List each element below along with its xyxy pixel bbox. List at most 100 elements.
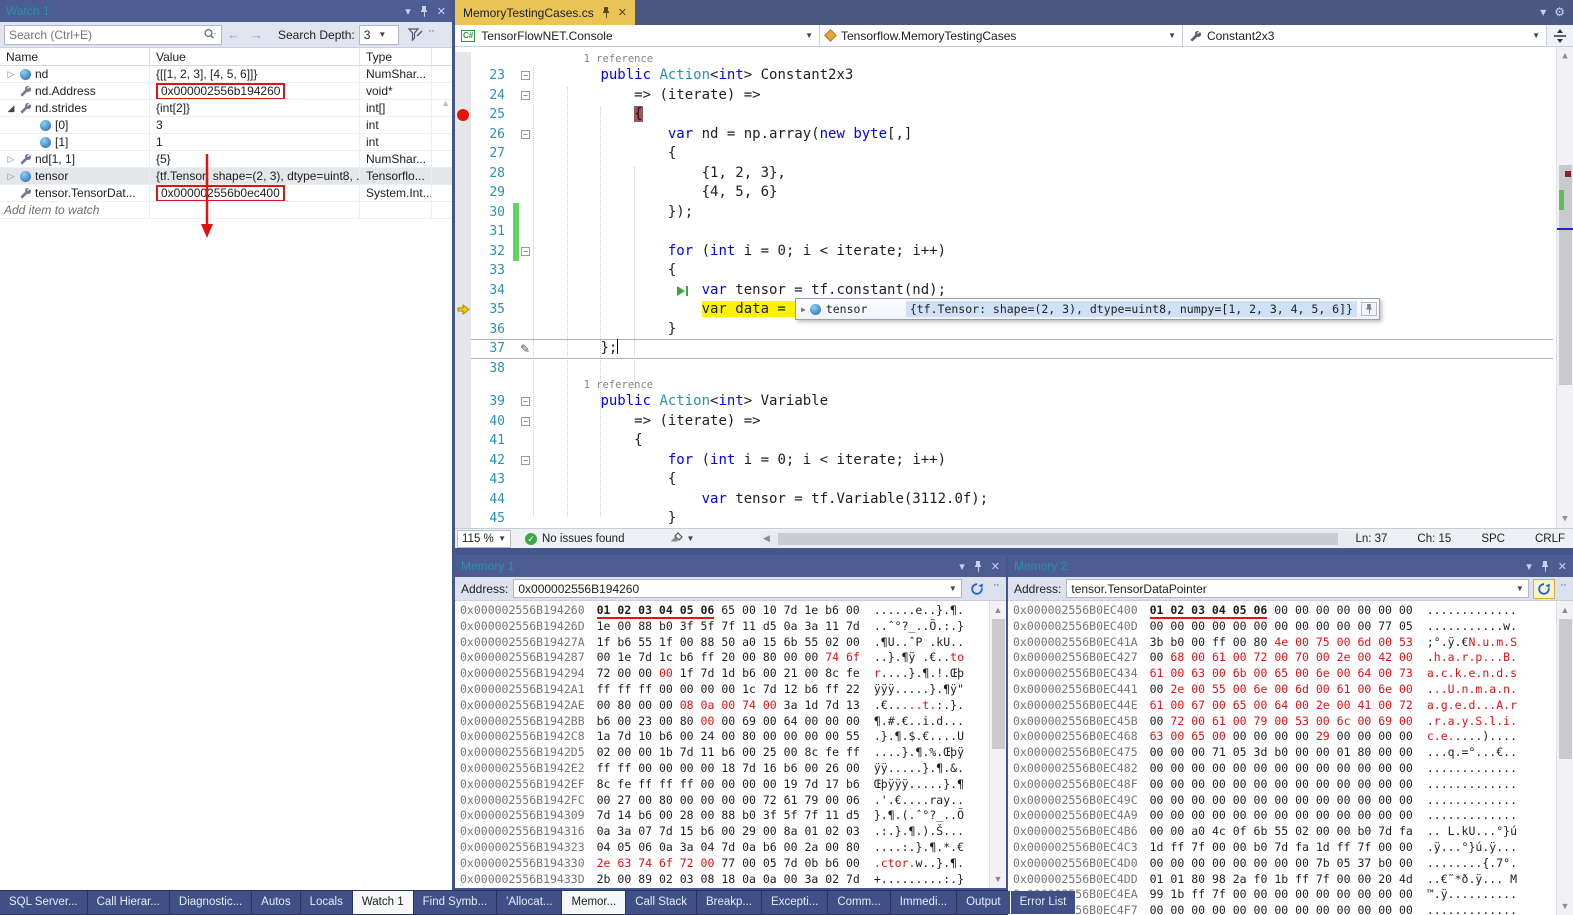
watch-value[interactable]: {5}: [150, 151, 360, 167]
health-indicator-icon[interactable]: ✓: [525, 533, 537, 545]
refresh-button[interactable]: [966, 579, 988, 599]
collapse-icon[interactable]: −: [521, 247, 530, 256]
scroll-down-icon[interactable]: ▼: [1557, 901, 1573, 911]
address-input[interactable]: [518, 582, 948, 596]
watch-titlebar[interactable]: Watch 1 ▾ ✕: [0, 0, 452, 22]
memory-row[interactable]: 0x000002556B0EC40D00 00 00 00 00 00 00 0…: [1013, 619, 1573, 635]
tool-tab-excepti[interactable]: Excepti...: [762, 891, 827, 914]
close-icon[interactable]: ✕: [1558, 560, 1567, 573]
collapse-icon[interactable]: −: [521, 91, 530, 100]
tool-tab-diagnostic[interactable]: Diagnostic...: [170, 891, 251, 914]
editor-vertical-scrollbar[interactable]: ▲ ▼: [1556, 47, 1573, 528]
memory-row[interactable]: 0x000002556B1942C81a 7d 10 b6 00 24 00 8…: [460, 729, 1006, 745]
watch-value[interactable]: 3: [150, 117, 360, 133]
memory-row[interactable]: 0x000002556B0EC43461 00 63 00 6b 00 65 0…: [1013, 666, 1573, 682]
watch-row[interactable]: ◢nd.strides{int[2]}int[]: [0, 100, 452, 117]
memory-row[interactable]: 0x000002556B1942A1ff ff ff 00 00 00 00 1…: [460, 682, 1006, 698]
pin-icon[interactable]: [601, 7, 611, 18]
memory-row[interactable]: 0x000002556B19426D1e 00 88 b0 3f 5f 7f 1…: [460, 619, 1006, 635]
tab-memorytestingcases[interactable]: MemoryTestingCases.cs ✕: [455, 0, 635, 25]
address-combo[interactable]: ▼: [513, 579, 961, 598]
watch-search[interactable]: [4, 25, 222, 45]
memory-row[interactable]: 0x000002556B1942BBb6 00 23 00 80 00 00 6…: [460, 714, 1006, 730]
pin-icon[interactable]: [1540, 561, 1550, 572]
expander-icon[interactable]: ◢: [4, 100, 18, 116]
address-combo[interactable]: ▼: [1066, 579, 1528, 598]
memory-row[interactable]: 0x000002556B0EC42700 68 00 61 00 72 00 7…: [1013, 650, 1573, 666]
search-icon[interactable]: [203, 28, 217, 41]
memory-row[interactable]: 0x000002556B1942AE00 80 00 00 08 0a 00 7…: [460, 698, 1006, 714]
codelens-references[interactable]: 1 reference: [584, 53, 654, 65]
toolbar-overflow-icon[interactable]: ’’: [429, 29, 435, 40]
memory-row[interactable]: 0x000002556B1943160a 3a 07 7d 15 b6 00 2…: [460, 824, 1006, 840]
zoom-select[interactable]: 115 % ▼: [457, 530, 511, 548]
memory-row[interactable]: 0x000002556B19433D2b 00 89 02 03 08 18 0…: [460, 872, 1006, 888]
code-line-38[interactable]: 38: [455, 359, 1553, 379]
memory-row[interactable]: 0x000002556B0EC45B00 72 00 61 00 79 00 5…: [1013, 714, 1573, 730]
watch-row[interactable]: ▷tensor{tf.Tensor: shape=(2, 3), dtype=u…: [0, 168, 452, 185]
tool-tab-allocat[interactable]: 'Allocat...: [497, 891, 561, 914]
memory-row[interactable]: 0x000002556B0EC4D000 00 00 00 00 00 00 0…: [1013, 856, 1573, 872]
add-item-to-watch[interactable]: Add item to watch: [4, 202, 99, 218]
toolbar-overflow-icon[interactable]: ’’: [1561, 583, 1567, 594]
scroll-thumb[interactable]: [1559, 619, 1572, 759]
issues-label[interactable]: No issues found: [542, 533, 624, 545]
watch-value[interactable]: {int[2]}: [150, 100, 360, 116]
code-line-29[interactable]: 29 {4, 5, 6}: [455, 183, 1553, 203]
scroll-up-icon[interactable]: ▲: [441, 98, 450, 108]
gear-icon[interactable]: ⚙: [1554, 5, 1565, 19]
memory-row[interactable]: 0x000002556B0EC40001 02 03 04 05 06 00 0…: [1013, 603, 1573, 619]
collapse-icon[interactable]: −: [521, 456, 530, 465]
code-line-45[interactable]: 45 }: [455, 509, 1553, 528]
memory-row[interactable]: 0x000002556B19426001 02 03 04 05 06 65 0…: [460, 603, 1006, 619]
memory-row[interactable]: 0x000002556B19428700 1e 7d 1c b6 ff 20 0…: [460, 650, 1006, 666]
tool-tab-immedi[interactable]: Immedi...: [891, 891, 956, 914]
search-forward-icon[interactable]: →: [250, 27, 263, 42]
code-line-33[interactable]: 33 {: [455, 261, 1553, 281]
tool-tab-memor[interactable]: Memor...: [562, 891, 625, 914]
collapse-icon[interactable]: −: [521, 417, 530, 426]
search-input[interactable]: [9, 28, 203, 42]
project-dropdown[interactable]: C# TensorFlowNET.Console ▼: [455, 25, 820, 46]
code-line-24[interactable]: 24− => (iterate) =>: [455, 86, 1553, 106]
memory-row[interactable]: 0x000002556B0EC41A3b b0 00 ff 00 80 4e 0…: [1013, 635, 1573, 651]
code-line-37[interactable]: 37✎ };: [455, 339, 1553, 359]
watch-row[interactable]: [0]3int: [0, 117, 452, 134]
scroll-down-icon[interactable]: ▼: [1557, 514, 1573, 524]
tool-tab-watch-1[interactable]: Watch 1: [353, 891, 413, 914]
watch-value[interactable]: 1: [150, 134, 360, 150]
tool-tab-error-list[interactable]: Error List: [1011, 891, 1076, 914]
run-to-cursor-icon[interactable]: [676, 285, 690, 297]
tool-tab-sql-server[interactable]: SQL Server...: [0, 891, 87, 914]
memory-row[interactable]: 0x000002556B1943097d 14 b6 00 28 00 88 b…: [460, 808, 1006, 824]
memory-row[interactable]: 0x000002556B0EC44E61 00 67 00 65 00 64 0…: [1013, 698, 1573, 714]
code-line-36[interactable]: 36 }: [455, 320, 1553, 340]
pin-icon[interactable]: [1361, 302, 1377, 316]
type-dropdown[interactable]: Tensorflow.MemoryTestingCases ▼: [820, 25, 1183, 46]
memory-row[interactable]: 0x000002556B0EC46863 00 65 00 00 00 00 0…: [1013, 729, 1573, 745]
watch-value[interactable]: [150, 202, 360, 218]
code-editor[interactable]: 1 reference23− public Action<int> Consta…: [455, 47, 1573, 528]
expander-icon[interactable]: ▷: [4, 66, 18, 82]
expander-icon[interactable]: ▷: [4, 151, 18, 167]
code-cleanup-button[interactable]: ▼: [670, 532, 694, 545]
close-icon[interactable]: ✕: [618, 6, 627, 19]
watch-add-row[interactable]: Add item to watch: [0, 202, 452, 219]
scroll-left-icon[interactable]: ◀: [763, 533, 770, 544]
scroll-thumb[interactable]: [992, 619, 1005, 749]
search-depth-select[interactable]: 3 ▼: [359, 25, 399, 45]
memory-row[interactable]: 0x000002556B0EC4A900 00 00 00 00 00 00 0…: [1013, 808, 1573, 824]
collapse-icon[interactable]: −: [521, 71, 530, 80]
memory-row[interactable]: 0x000002556B1943302e 63 74 6f 72 00 77 0…: [460, 856, 1006, 872]
scroll-up-icon[interactable]: ▲: [1557, 605, 1573, 615]
scroll-thumb[interactable]: [778, 533, 1338, 545]
memory-row[interactable]: 0x000002556B0EC47500 00 00 71 05 3d b0 0…: [1013, 745, 1573, 761]
code-line-42[interactable]: 42− for (int i = 0; i < iterate; i++): [455, 451, 1553, 471]
watch-settings-icon[interactable]: [407, 27, 423, 42]
member-dropdown[interactable]: Constant2x3 ▼: [1183, 25, 1547, 46]
watch-value[interactable]: {[[1, 2, 3], [4, 5, 6]]}: [150, 66, 360, 82]
code-line-31[interactable]: 31: [455, 222, 1553, 242]
code-line-39[interactable]: 39− public Action<int> Variable: [455, 392, 1553, 412]
window-position-icon[interactable]: ▾: [405, 5, 411, 18]
memory1-titlebar[interactable]: Memory 1 ▾ ✕: [455, 555, 1006, 577]
